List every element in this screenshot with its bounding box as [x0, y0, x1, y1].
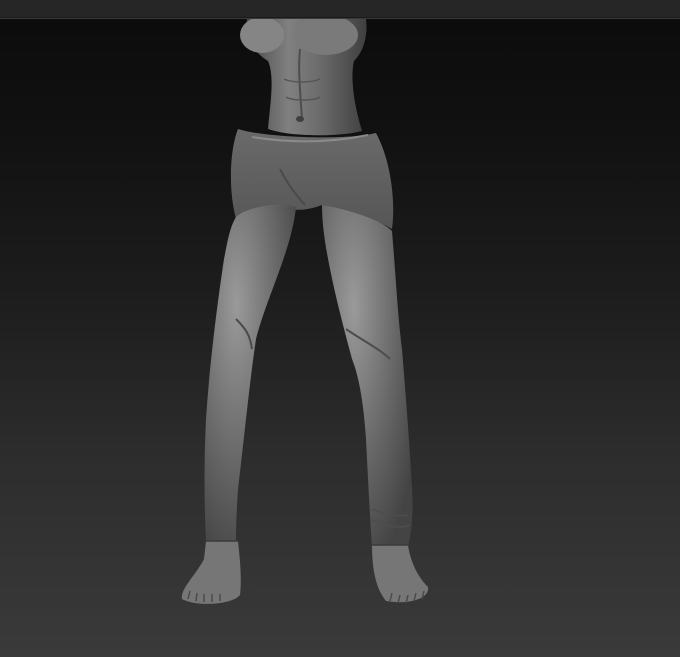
left-leg	[181, 204, 296, 604]
right-leg	[322, 205, 429, 604]
sculpt-app-window	[0, 0, 680, 657]
3d-viewport[interactable]	[0, 19, 680, 657]
torso	[240, 19, 367, 136]
sculpt-model-icon[interactable]	[0, 19, 680, 657]
top-toolbar-strip	[0, 0, 680, 19]
